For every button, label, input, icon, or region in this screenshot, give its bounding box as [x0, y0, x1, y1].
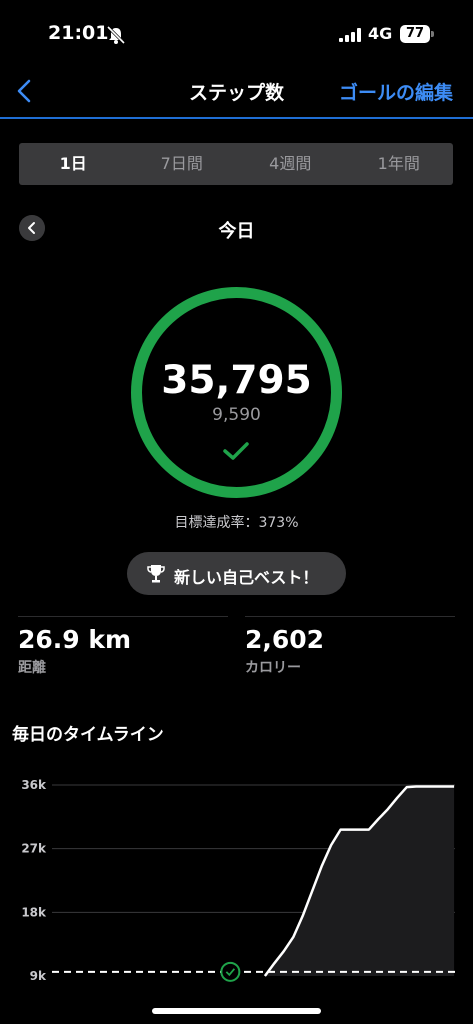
segment-1-day[interactable]: 1日: [19, 143, 128, 185]
status-time: 21:01: [48, 22, 109, 44]
personal-best-badge[interactable]: 新しい自己ベスト！: [127, 552, 346, 595]
edit-goal-button[interactable]: ゴールの編集: [339, 78, 453, 105]
y-tick-label: 9k: [30, 969, 47, 983]
battery-icon: 77: [400, 25, 434, 43]
timeline-title: 毎日のタイムライン: [12, 725, 164, 745]
segment-4-weeks[interactable]: 4週間: [236, 143, 345, 185]
y-tick-label: 36k: [21, 778, 47, 792]
trophy-icon: [147, 565, 165, 583]
distance-stat: 26.9 km 距離: [18, 616, 228, 678]
nav-bar: ステップ数 ゴールの編集: [0, 64, 473, 119]
calories-value: 2,602: [245, 625, 325, 654]
calories-label: カロリー: [245, 660, 301, 676]
goal-value: 9,590: [212, 405, 261, 425]
y-tick-label: 18k: [21, 905, 47, 919]
check-icon: [223, 442, 249, 460]
y-tick-label: 27k: [21, 842, 47, 856]
steps-value: 35,795: [161, 358, 312, 403]
steps-area: [264, 786, 455, 976]
goal-check-icon: [220, 961, 241, 982]
status-bar: 21:01 4G 77: [0, 0, 473, 64]
calories-stat: 2,602 カロリー: [245, 616, 455, 678]
personal-best-label: 新しい自己ベスト！: [174, 568, 319, 587]
segment-1-year[interactable]: 1年間: [345, 143, 454, 185]
daily-timeline-chart[interactable]: 36k 27k 18k 9k: [0, 770, 473, 990]
period-segmented-control: 1日 7日間 4週間 1年間: [19, 143, 453, 185]
network-label: 4G: [368, 24, 393, 43]
achievement-rate: 目標達成率：373%: [174, 515, 299, 531]
signal-bars-icon: [339, 28, 361, 42]
home-indicator[interactable]: [152, 1008, 321, 1014]
distance-label: 距離: [18, 660, 46, 676]
distance-value: 26.9 km: [18, 625, 132, 654]
segment-7-days[interactable]: 7日間: [128, 143, 237, 185]
battery-level: 77: [405, 26, 425, 41]
silent-mode-bell-icon: [106, 26, 126, 44]
day-label: 今日: [218, 221, 255, 242]
